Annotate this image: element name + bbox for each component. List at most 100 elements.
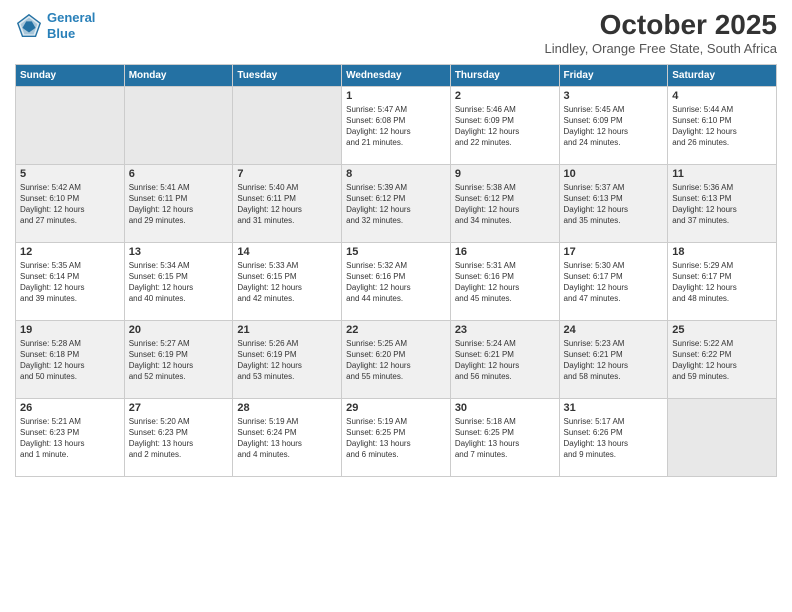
day-info: Sunrise: 5:22 AM Sunset: 6:22 PM Dayligh… bbox=[672, 338, 772, 383]
day-info: Sunrise: 5:18 AM Sunset: 6:25 PM Dayligh… bbox=[455, 416, 555, 461]
day-cell: 30 Sunrise: 5:18 AM Sunset: 6:25 PM Dayli… bbox=[450, 398, 559, 476]
day-cell: 21 Sunrise: 5:26 AM Sunset: 6:19 PM Dayli… bbox=[233, 320, 342, 398]
week-row-5: 26 Sunrise: 5:21 AM Sunset: 6:23 PM Dayli… bbox=[16, 398, 777, 476]
col-saturday: Saturday bbox=[668, 64, 777, 86]
day-number: 11 bbox=[672, 168, 772, 180]
day-cell: 18 Sunrise: 5:29 AM Sunset: 6:17 PM Dayli… bbox=[668, 242, 777, 320]
day-cell: 25Sunrise: 5:22 AM Sunset: 6:22 PM Dayli… bbox=[668, 320, 777, 398]
week-row-4: 19Sunrise: 5:28 AM Sunset: 6:18 PM Dayli… bbox=[16, 320, 777, 398]
logo-line1: General bbox=[47, 10, 95, 25]
col-wednesday: Wednesday bbox=[342, 64, 451, 86]
day-cell: 11 Sunrise: 5:36 AM Sunset: 6:13 PM Dayli… bbox=[668, 164, 777, 242]
day-number: 3 bbox=[564, 90, 664, 102]
day-cell: 9 Sunrise: 5:38 AM Sunset: 6:12 PM Daylig… bbox=[450, 164, 559, 242]
day-info: Sunrise: 5:26 AM Sunset: 6:19 PM Dayligh… bbox=[237, 338, 337, 383]
day-info: Sunrise: 5:34 AM Sunset: 6:15 PM Dayligh… bbox=[129, 260, 229, 305]
day-number: 28 bbox=[237, 402, 337, 414]
day-cell: 5 Sunrise: 5:42 AM Sunset: 6:10 PM Daylig… bbox=[16, 164, 125, 242]
day-cell bbox=[16, 86, 125, 164]
day-cell: 3 Sunrise: 5:45 AM Sunset: 6:09 PM Daylig… bbox=[559, 86, 668, 164]
day-number: 9 bbox=[455, 168, 555, 180]
day-info: Sunrise: 5:42 AM Sunset: 6:10 PM Dayligh… bbox=[20, 182, 120, 227]
day-cell: 16 Sunrise: 5:31 AM Sunset: 6:16 PM Dayli… bbox=[450, 242, 559, 320]
day-cell: 24 Sunrise: 5:23 AM Sunset: 6:21 PM Dayli… bbox=[559, 320, 668, 398]
day-info: Sunrise: 5:20 AM Sunset: 6:23 PM Dayligh… bbox=[129, 416, 229, 461]
day-cell: 22 Sunrise: 5:25 AM Sunset: 6:20 PM Dayli… bbox=[342, 320, 451, 398]
day-info: Sunrise: 5:41 AM Sunset: 6:11 PM Dayligh… bbox=[129, 182, 229, 227]
month-title: October 2025 bbox=[545, 10, 777, 41]
day-cell: 6 Sunrise: 5:41 AM Sunset: 6:11 PM Daylig… bbox=[124, 164, 233, 242]
day-info: Sunrise: 5:35 AM Sunset: 6:14 PM Dayligh… bbox=[20, 260, 120, 305]
col-monday: Monday bbox=[124, 64, 233, 86]
day-number: 10 bbox=[564, 168, 664, 180]
col-thursday: Thursday bbox=[450, 64, 559, 86]
day-number: 6 bbox=[129, 168, 229, 180]
day-info: Sunrise: 5:40 AM Sunset: 6:11 PM Dayligh… bbox=[237, 182, 337, 227]
day-info: Sunrise: 5:28 AM Sunset: 6:18 PM Dayligh… bbox=[20, 338, 120, 383]
day-number: 1 bbox=[346, 90, 446, 102]
location-subtitle: Lindley, Orange Free State, South Africa bbox=[545, 41, 777, 56]
day-number: 23 bbox=[455, 324, 555, 336]
day-cell: 14 Sunrise: 5:33 AM Sunset: 6:15 PM Dayli… bbox=[233, 242, 342, 320]
day-number: 31 bbox=[564, 402, 664, 414]
day-cell: 27 Sunrise: 5:20 AM Sunset: 6:23 PM Dayli… bbox=[124, 398, 233, 476]
week-row-2: 5 Sunrise: 5:42 AM Sunset: 6:10 PM Daylig… bbox=[16, 164, 777, 242]
day-info: Sunrise: 5:47 AM Sunset: 6:08 PM Dayligh… bbox=[346, 104, 446, 149]
day-cell: 23 Sunrise: 5:24 AM Sunset: 6:21 PM Dayli… bbox=[450, 320, 559, 398]
day-number: 24 bbox=[564, 324, 664, 336]
day-cell: 2Sunrise: 5:46 AM Sunset: 6:09 PM Daylig… bbox=[450, 86, 559, 164]
day-number: 21 bbox=[237, 324, 337, 336]
day-info: Sunrise: 5:46 AM Sunset: 6:09 PM Dayligh… bbox=[455, 104, 555, 149]
week-row-3: 12 Sunrise: 5:35 AM Sunset: 6:14 PM Dayli… bbox=[16, 242, 777, 320]
day-info: Sunrise: 5:45 AM Sunset: 6:09 PM Dayligh… bbox=[564, 104, 664, 149]
day-cell: 19Sunrise: 5:28 AM Sunset: 6:18 PM Dayli… bbox=[16, 320, 125, 398]
day-info: Sunrise: 5:31 AM Sunset: 6:16 PM Dayligh… bbox=[455, 260, 555, 305]
logo-line2: Blue bbox=[47, 26, 75, 41]
page: General Blue October 2025 Lindley, Orang… bbox=[0, 0, 792, 612]
day-info: Sunrise: 5:37 AM Sunset: 6:13 PM Dayligh… bbox=[564, 182, 664, 227]
day-number: 26 bbox=[20, 402, 120, 414]
day-info: Sunrise: 5:24 AM Sunset: 6:21 PM Dayligh… bbox=[455, 338, 555, 383]
day-cell: 10 Sunrise: 5:37 AM Sunset: 6:13 PM Dayli… bbox=[559, 164, 668, 242]
day-info: Sunrise: 5:23 AM Sunset: 6:21 PM Dayligh… bbox=[564, 338, 664, 383]
day-cell: 15Sunrise: 5:32 AM Sunset: 6:16 PM Dayli… bbox=[342, 242, 451, 320]
day-info: Sunrise: 5:32 AM Sunset: 6:16 PM Dayligh… bbox=[346, 260, 446, 305]
day-info: Sunrise: 5:19 AM Sunset: 6:25 PM Dayligh… bbox=[346, 416, 446, 461]
day-number: 5 bbox=[20, 168, 120, 180]
day-cell: 28 Sunrise: 5:19 AM Sunset: 6:24 PM Dayli… bbox=[233, 398, 342, 476]
col-friday: Friday bbox=[559, 64, 668, 86]
day-info: Sunrise: 5:17 AM Sunset: 6:26 PM Dayligh… bbox=[564, 416, 664, 461]
day-info: Sunrise: 5:25 AM Sunset: 6:20 PM Dayligh… bbox=[346, 338, 446, 383]
day-info: Sunrise: 5:36 AM Sunset: 6:13 PM Dayligh… bbox=[672, 182, 772, 227]
logo: General Blue bbox=[15, 10, 95, 41]
week-row-1: 1 Sunrise: 5:47 AM Sunset: 6:08 PM Daylig… bbox=[16, 86, 777, 164]
day-number: 30 bbox=[455, 402, 555, 414]
day-number: 4 bbox=[672, 90, 772, 102]
day-number: 14 bbox=[237, 246, 337, 258]
day-info: Sunrise: 5:44 AM Sunset: 6:10 PM Dayligh… bbox=[672, 104, 772, 149]
day-number: 16 bbox=[455, 246, 555, 258]
day-info: Sunrise: 5:21 AM Sunset: 6:23 PM Dayligh… bbox=[20, 416, 120, 461]
day-cell: 13 Sunrise: 5:34 AM Sunset: 6:15 PM Dayli… bbox=[124, 242, 233, 320]
day-number: 12 bbox=[20, 246, 120, 258]
day-cell: 31 Sunrise: 5:17 AM Sunset: 6:26 PM Dayli… bbox=[559, 398, 668, 476]
col-sunday: Sunday bbox=[16, 64, 125, 86]
logo-icon bbox=[15, 12, 43, 40]
day-number: 22 bbox=[346, 324, 446, 336]
header: General Blue October 2025 Lindley, Orang… bbox=[15, 10, 777, 56]
day-number: 7 bbox=[237, 168, 337, 180]
logo-text: General Blue bbox=[47, 10, 95, 41]
calendar-table: Sunday Monday Tuesday Wednesday Thursday… bbox=[15, 64, 777, 477]
day-cell: 12 Sunrise: 5:35 AM Sunset: 6:14 PM Dayli… bbox=[16, 242, 125, 320]
day-info: Sunrise: 5:30 AM Sunset: 6:17 PM Dayligh… bbox=[564, 260, 664, 305]
day-info: Sunrise: 5:27 AM Sunset: 6:19 PM Dayligh… bbox=[129, 338, 229, 383]
day-info: Sunrise: 5:33 AM Sunset: 6:15 PM Dayligh… bbox=[237, 260, 337, 305]
day-info: Sunrise: 5:19 AM Sunset: 6:24 PM Dayligh… bbox=[237, 416, 337, 461]
day-info: Sunrise: 5:38 AM Sunset: 6:12 PM Dayligh… bbox=[455, 182, 555, 227]
day-number: 18 bbox=[672, 246, 772, 258]
day-cell: 29Sunrise: 5:19 AM Sunset: 6:25 PM Dayli… bbox=[342, 398, 451, 476]
day-number: 27 bbox=[129, 402, 229, 414]
day-cell: 26 Sunrise: 5:21 AM Sunset: 6:23 PM Dayli… bbox=[16, 398, 125, 476]
day-number: 13 bbox=[129, 246, 229, 258]
day-info: Sunrise: 5:29 AM Sunset: 6:17 PM Dayligh… bbox=[672, 260, 772, 305]
